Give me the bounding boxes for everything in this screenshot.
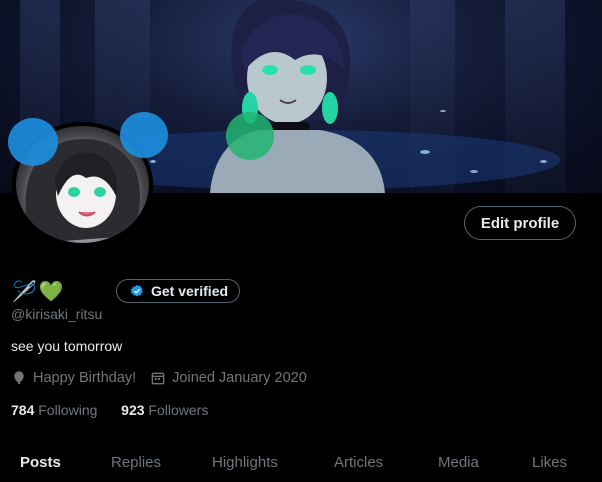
tab-articles[interactable]: Articles xyxy=(334,454,383,471)
following-label: Following xyxy=(38,402,98,418)
followers-label: Followers xyxy=(148,402,209,418)
verified-badge-icon xyxy=(130,284,143,297)
avatar[interactable] xyxy=(8,112,168,247)
follow-stats: 784 Following 923 Followers xyxy=(11,402,208,418)
green-heart-emoji: 💚 xyxy=(38,280,64,303)
display-name: 🪡 💚 xyxy=(12,278,66,304)
profile-bio: see you tomorrow xyxy=(11,338,123,354)
balloon-green-decoration xyxy=(226,112,274,160)
get-verified-label: Get verified xyxy=(151,283,229,299)
sewing-needle-emoji: 🪡 xyxy=(12,280,37,303)
tab-likes[interactable]: Likes xyxy=(532,454,567,471)
calendar-icon xyxy=(151,372,165,385)
joined-date: Joined January 2020 xyxy=(172,370,307,386)
tab-posts[interactable]: Posts xyxy=(20,454,61,471)
edit-profile-button[interactable]: Edit profile xyxy=(464,206,576,240)
balloon-blue-left-decoration xyxy=(8,118,58,166)
following-count: 784 xyxy=(11,402,35,418)
profile-meta: Happy Birthday! Joined January 2020 xyxy=(11,370,307,386)
balloon-icon xyxy=(14,371,24,384)
birthday-text: Happy Birthday! xyxy=(33,370,137,386)
following-link[interactable]: 784 Following xyxy=(11,402,97,418)
followers-link[interactable]: 923 Followers xyxy=(121,402,208,418)
tab-replies[interactable]: Replies xyxy=(111,454,161,471)
get-verified-button[interactable]: Get verified xyxy=(116,279,240,303)
followers-count: 923 xyxy=(121,402,145,418)
tab-highlights[interactable]: Highlights xyxy=(212,454,278,471)
profile-tabs: Posts Replies Highlights Articles Media … xyxy=(0,446,602,482)
balloon-blue-right-decoration xyxy=(120,112,168,158)
profile-handle: @kirisaki_ritsu xyxy=(11,306,103,322)
tab-media[interactable]: Media xyxy=(438,454,479,471)
